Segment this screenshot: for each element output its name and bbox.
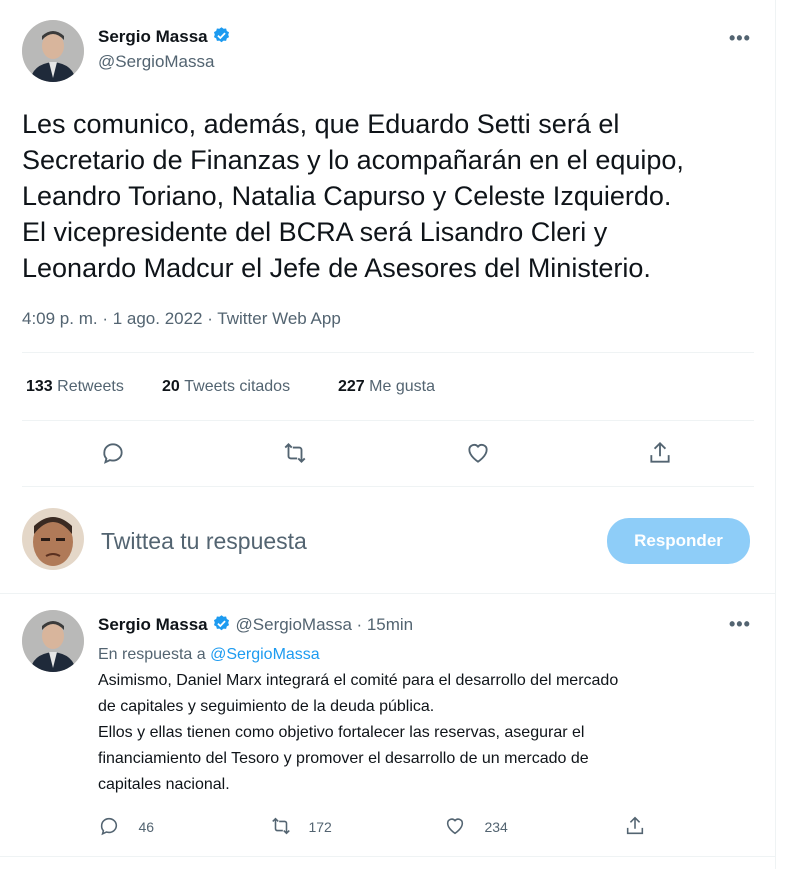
quotes-stat[interactable]: 20 Tweets citados: [162, 378, 290, 396]
verified-badge-icon: [214, 27, 230, 43]
more-options-icon[interactable]: •••: [729, 614, 751, 635]
tweet-text-line: El vicepresidente del BCRA será Lisandro…: [22, 217, 608, 247]
quotes-count: 20: [162, 378, 180, 395]
retweets-count: 133: [26, 378, 53, 395]
author-handle[interactable]: @SergioMassa: [98, 52, 214, 72]
more-options-icon[interactable]: •••: [729, 28, 751, 49]
reply-action-share[interactable]: [624, 815, 646, 837]
reply-icon[interactable]: [100, 440, 126, 466]
likes-label: Me gusta: [369, 378, 435, 395]
heart-icon[interactable]: [444, 815, 466, 837]
reply-header: Sergio Massa @SergioMassa · 15min: [98, 614, 413, 635]
reply-count: 46: [138, 819, 155, 835]
tweet-text-line: Les comunico, además, que Eduardo Setti …: [22, 109, 620, 139]
reply-time[interactable]: · 15min: [356, 615, 413, 634]
divider: [22, 486, 754, 487]
reply-tweet-text: Asimismo, Daniel Marx integrará el comit…: [98, 668, 758, 798]
divider: [22, 420, 754, 421]
share-icon[interactable]: [624, 815, 646, 837]
author-avatar[interactable]: [22, 20, 84, 82]
retweet-icon[interactable]: [270, 815, 292, 837]
quotes-label: Tweets citados: [184, 378, 291, 395]
tweet-detail-column: Sergio Massa @SergioMassa ••• Les comuni…: [0, 0, 776, 869]
reply-author-avatar[interactable]: [22, 610, 84, 672]
reply-action-like[interactable]: 234: [444, 815, 508, 837]
in-reply-prefix: En respuesta a: [98, 646, 206, 663]
tweet-text-line: Leandro Toriano, Natalia Capurso y Celes…: [22, 181, 672, 211]
divider: [0, 856, 775, 857]
reply-author-name[interactable]: Sergio Massa: [98, 615, 208, 634]
likes-count: 227: [338, 378, 365, 395]
user-avatar[interactable]: [22, 508, 84, 570]
reply-text-line: financiamiento del Tesoro y promover el …: [98, 750, 589, 767]
tweet-timestamp[interactable]: 4:09 p. m. · 1 ago. 2022 · Twitter Web A…: [22, 309, 341, 329]
likes-stat[interactable]: 227 Me gusta: [338, 378, 435, 396]
retweet-count: 172: [308, 819, 332, 835]
reply-action-reply[interactable]: 46: [98, 815, 154, 837]
in-reply-handle-link[interactable]: @SergioMassa: [210, 646, 320, 663]
tweet-text-line: Secretario de Finanzas y lo acompañarán …: [22, 145, 684, 175]
tweet-text: Les comunico, además, que Eduardo Setti …: [22, 106, 762, 286]
reply-text-line: de capitales y seguimiento de la deuda p…: [98, 698, 435, 715]
reply-text-line: Ellos y ellas tienen como objetivo forta…: [98, 724, 585, 741]
reply-author-handle[interactable]: @SergioMassa: [236, 615, 352, 634]
reply-text-line: capitales nacional.: [98, 776, 230, 793]
like-count: 234: [484, 819, 508, 835]
verified-badge-icon: [214, 615, 230, 631]
reply-input[interactable]: Twittea tu respuesta: [101, 528, 307, 555]
retweets-stat[interactable]: 133 Retweets: [26, 378, 124, 396]
divider: [0, 593, 775, 594]
retweets-label: Retweets: [57, 378, 124, 395]
reply-action-retweet[interactable]: 172: [270, 815, 332, 837]
author-name[interactable]: Sergio Massa: [98, 27, 208, 46]
divider: [22, 352, 754, 353]
reply-button[interactable]: Responder: [607, 518, 750, 564]
reply-text-line: Asimismo, Daniel Marx integrará el comit…: [98, 672, 619, 689]
retweet-icon[interactable]: [282, 440, 308, 466]
in-reply-to: En respuesta a @SergioMassa: [98, 642, 320, 668]
tweet-text-line: Leonardo Madcur el Jefe de Asesores del …: [22, 253, 651, 283]
share-icon[interactable]: [647, 440, 673, 466]
heart-icon[interactable]: [465, 440, 491, 466]
reply-icon[interactable]: [98, 815, 120, 837]
